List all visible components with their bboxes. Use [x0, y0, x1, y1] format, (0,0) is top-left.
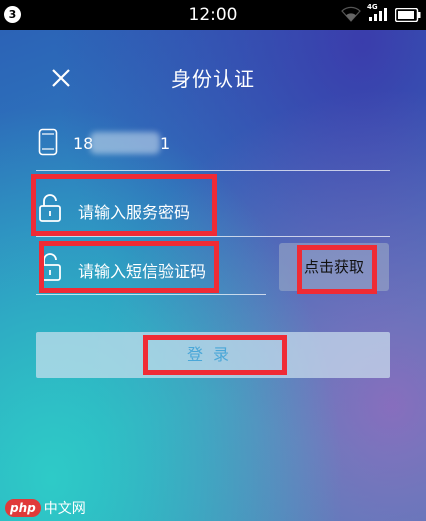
- phone-number-suffix: 1: [160, 134, 171, 153]
- battery-icon: [395, 8, 421, 22]
- phone-icon: [38, 128, 58, 156]
- clock: 12:00: [188, 5, 238, 25]
- logo-text: 中文网: [43, 501, 86, 517]
- lock-icon: [39, 194, 61, 222]
- logo-badge: php: [5, 499, 41, 517]
- site-logo: php 中文网: [5, 498, 86, 518]
- signal-icon: [369, 8, 387, 21]
- service-password-input[interactable]: 请输入服务密码: [78, 199, 190, 223]
- sms-underline: [36, 294, 266, 295]
- wifi-icon: [341, 6, 361, 22]
- get-code-button[interactable]: 点击获取: [279, 243, 389, 291]
- status-bar: 3 12:00 4G: [0, 0, 426, 30]
- login-button[interactable]: 登录: [36, 332, 390, 378]
- password-underline: [36, 236, 390, 237]
- page-title: 身份认证: [171, 67, 255, 91]
- lock-icon: [39, 253, 61, 281]
- auth-screen: 3 12:00 4G 身份认证 18 1 请输入服务密码 请输入短信验证码 点击…: [0, 0, 426, 521]
- phone-number-redaction: [90, 132, 160, 154]
- sms-code-input[interactable]: 请输入短信验证码: [78, 258, 206, 282]
- phone-underline: [36, 170, 390, 171]
